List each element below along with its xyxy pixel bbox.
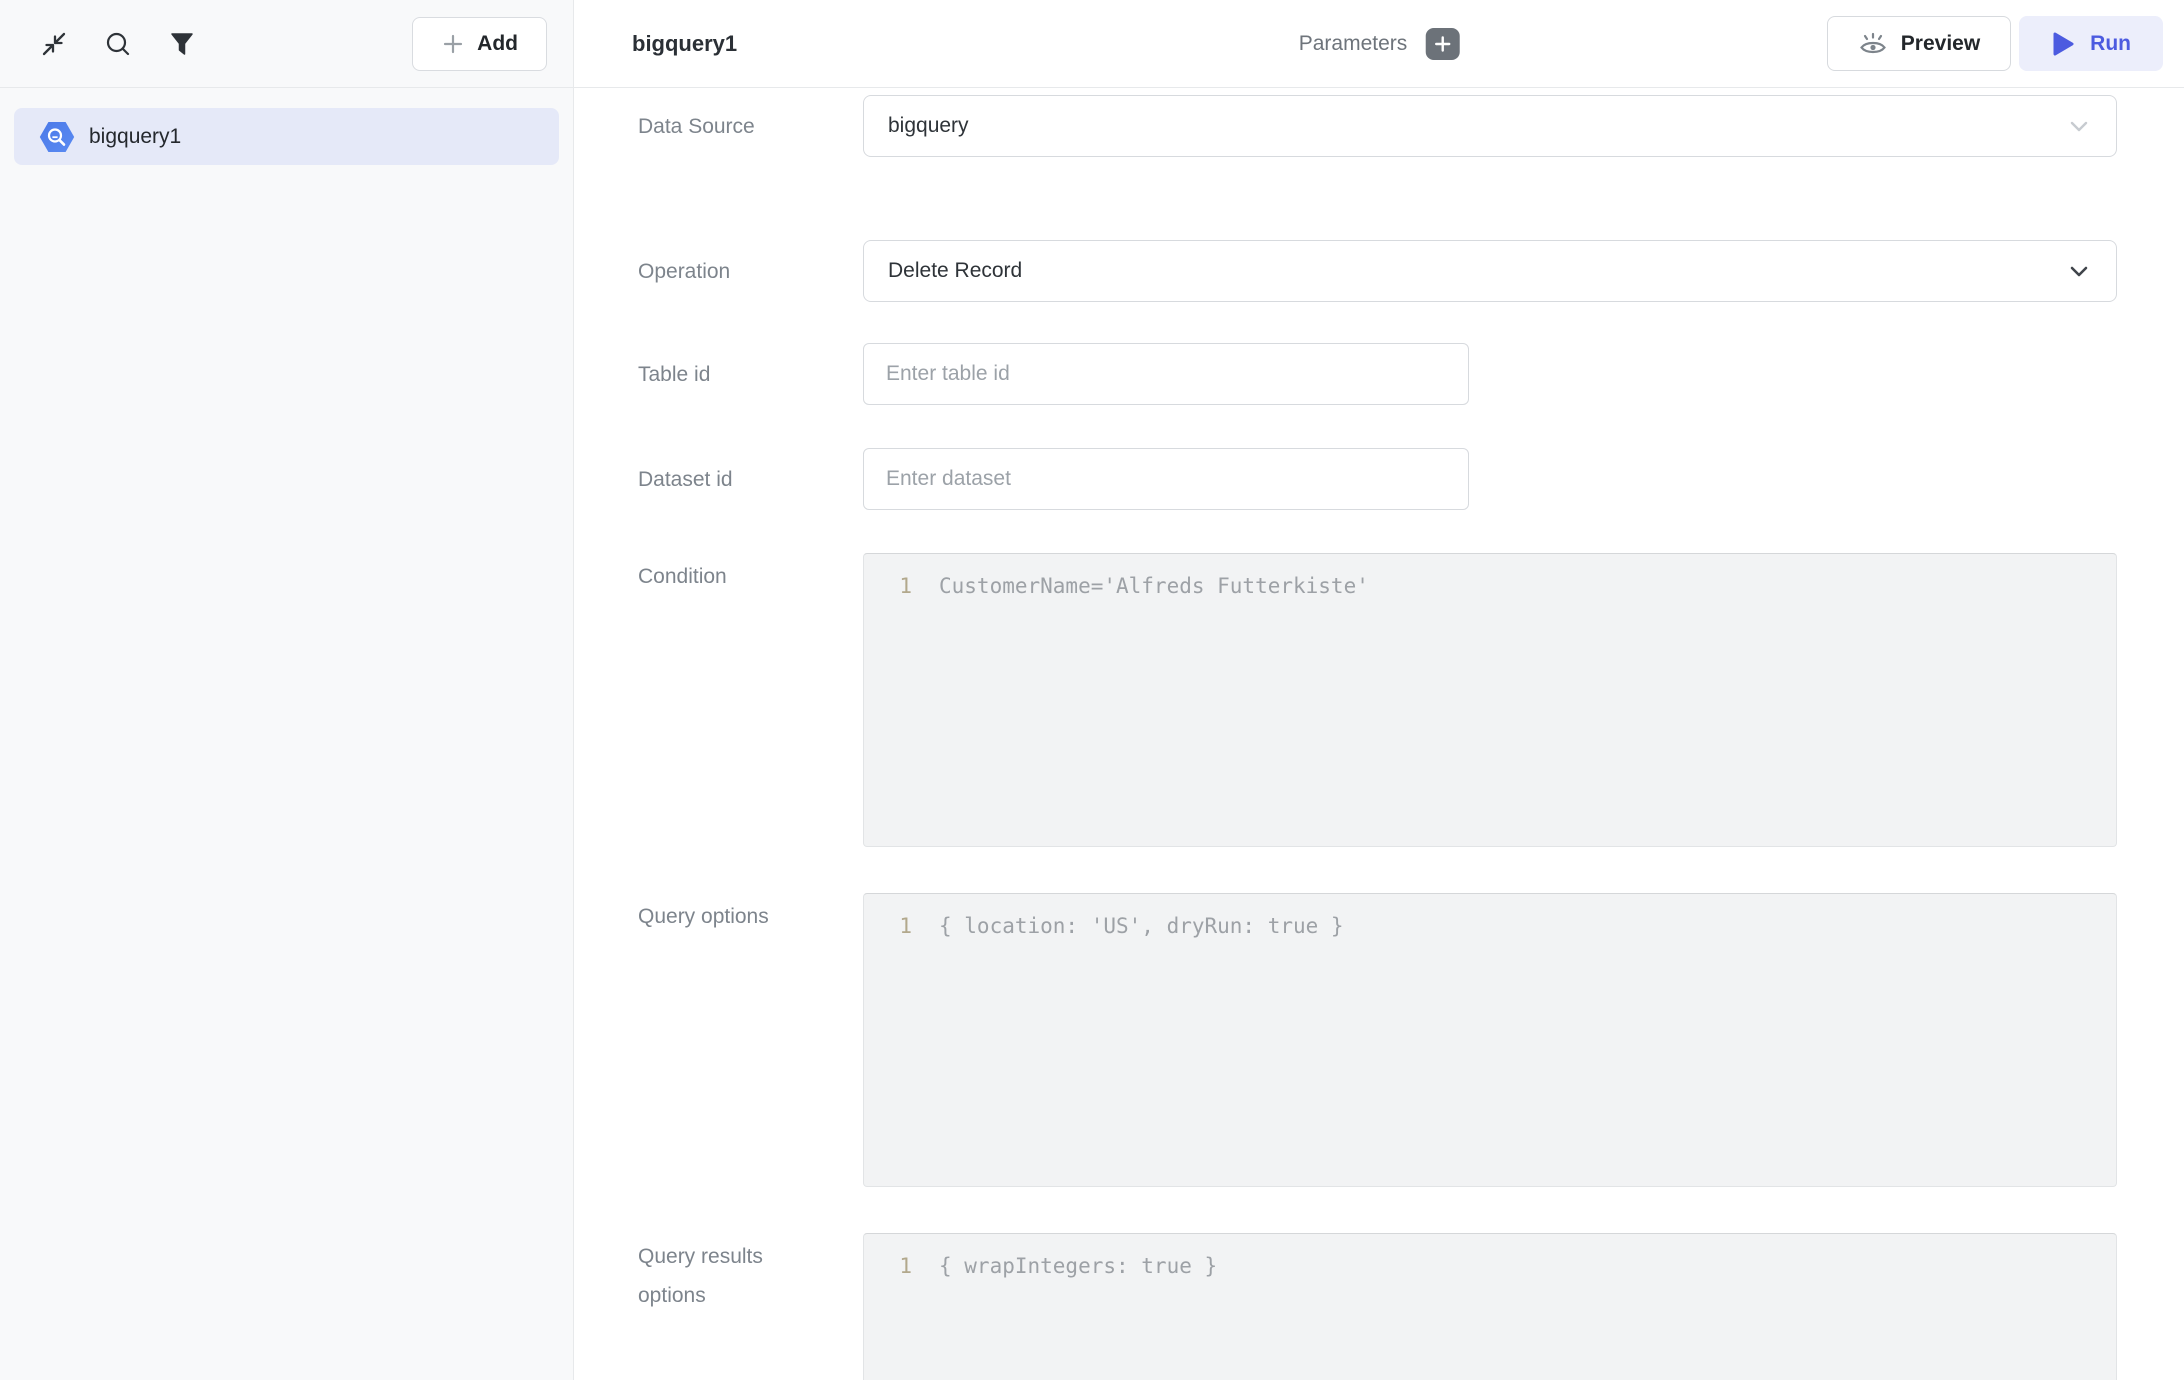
header-actions: Preview Run (1827, 16, 2163, 71)
parameters-label: Parameters (1299, 32, 1408, 56)
eye-icon (1858, 31, 1888, 57)
run-button-label: Run (2090, 32, 2131, 56)
table-id-input[interactable] (863, 343, 1469, 405)
table-id-label: Table id (638, 355, 830, 394)
line-number: 1 (864, 1251, 912, 1282)
add-button-label: Add (477, 32, 518, 56)
operation-row: Operation Delete Record (638, 240, 2117, 302)
condition-code-editor[interactable]: 1 CustomerName='Alfreds Futterkiste' (863, 553, 2117, 847)
data-source-value: bigquery (888, 114, 969, 138)
query-title: bigquery1 (632, 31, 737, 57)
query-results-options-code-editor[interactable]: 1 { wrapIntegers: true } (863, 1233, 2117, 1380)
parameters-group: Parameters (1299, 28, 1460, 60)
dataset-id-row: Dataset id (638, 448, 2117, 510)
condition-row: Condition 1 CustomerName='Alfreds Futter… (638, 553, 2117, 847)
query-results-options-row: Query results options 1 { wrapIntegers: … (638, 1233, 2117, 1380)
data-source-select[interactable]: bigquery (863, 95, 2117, 157)
plus-icon (441, 32, 465, 56)
plus-icon (1433, 35, 1451, 53)
query-results-options-code-placeholder: { wrapIntegers: true } (912, 1251, 1217, 1282)
query-list-item-bigquery1[interactable]: bigquery1 (14, 108, 559, 165)
collapse-panel-icon[interactable] (36, 26, 72, 62)
operation-select[interactable]: Delete Record (863, 240, 2117, 302)
operation-label: Operation (638, 252, 830, 291)
condition-code-placeholder: CustomerName='Alfreds Futterkiste' (912, 571, 1369, 602)
dataset-id-label: Dataset id (638, 460, 830, 499)
data-source-row: Data Source bigquery (638, 95, 2117, 157)
play-icon (2051, 31, 2075, 57)
bigquery-icon (39, 121, 75, 153)
data-source-label: Data Source (638, 107, 830, 146)
query-options-row: Query options 1 { location: 'US', dryRun… (638, 893, 2117, 1187)
sidebar-toolbar: Add (0, 0, 573, 88)
run-button[interactable]: Run (2019, 16, 2163, 71)
query-options-code-editor[interactable]: 1 { location: 'US', dryRun: true } (863, 893, 2117, 1187)
app-window: Add (0, 0, 2184, 1380)
query-options-label: Query options (638, 893, 830, 936)
chevron-down-icon (2066, 258, 2092, 284)
query-list: bigquery1 (0, 88, 573, 165)
operation-value: Delete Record (888, 259, 1022, 283)
query-editor-header: bigquery1 Parameters (574, 0, 2184, 88)
line-number: 1 (864, 911, 912, 942)
dataset-id-input[interactable] (863, 448, 1469, 510)
query-editor-panel: bigquery1 Parameters (574, 0, 2184, 1380)
query-form: Data Source bigquery Operation (574, 88, 2184, 1380)
preview-button-label: Preview (1901, 32, 1980, 56)
search-icon[interactable] (100, 26, 136, 62)
add-parameter-button[interactable] (1425, 28, 1459, 60)
condition-label: Condition (638, 553, 830, 596)
add-query-button[interactable]: Add (412, 17, 547, 71)
query-options-code-placeholder: { location: 'US', dryRun: true } (912, 911, 1344, 942)
filter-icon[interactable] (164, 26, 200, 62)
query-results-options-label: Query results options (638, 1233, 830, 1315)
preview-button[interactable]: Preview (1827, 16, 2011, 71)
chevron-down-icon (2066, 113, 2092, 139)
query-sidebar: Add (0, 0, 574, 1380)
query-item-label: bigquery1 (89, 125, 181, 149)
line-number: 1 (864, 571, 912, 602)
table-id-row: Table id (638, 343, 2117, 405)
